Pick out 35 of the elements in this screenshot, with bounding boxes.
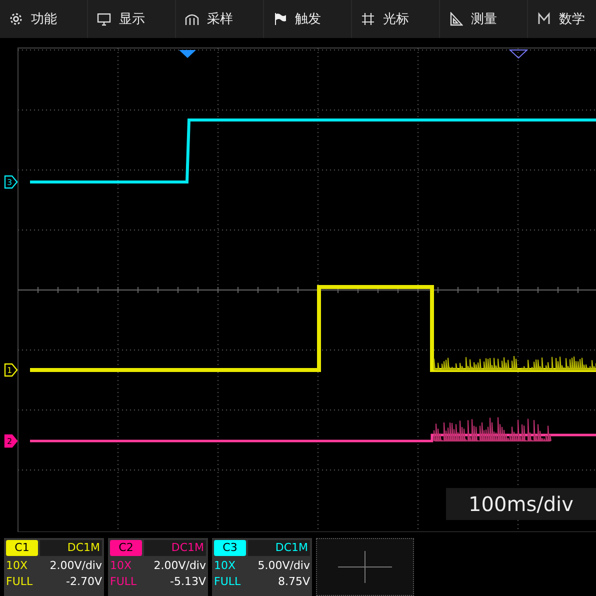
channel-card[interactable]: C2 DC1M 10X 2.00V/div FULL -5.13V <box>108 538 208 596</box>
channel-card[interactable]: C1 DC1M 10X 2.00V/div FULL -2.70V <box>4 538 104 596</box>
add-channel-button[interactable] <box>316 538 414 596</box>
channel-label: C2 <box>110 540 142 556</box>
sampling-icon <box>185 12 199 26</box>
bandwidth-label: FULL <box>110 574 137 590</box>
math-icon <box>537 12 551 26</box>
offset-value: 8.75V <box>278 574 310 590</box>
coupling-label: DC1M <box>144 540 206 556</box>
channel-label: C1 <box>6 540 38 556</box>
scale-value: 2.00V/div <box>154 558 206 574</box>
channel-marker[interactable]: 1 <box>4 363 18 377</box>
channel-marker[interactable]: 2 <box>4 434 18 448</box>
trigger-position-marker[interactable] <box>179 50 196 58</box>
coupling-label: DC1M <box>40 540 102 556</box>
monitor-icon <box>97 12 111 26</box>
bandwidth-label: FULL <box>6 574 33 590</box>
probe-label: 10X <box>110 558 132 574</box>
coupling-label: DC1M <box>248 540 310 556</box>
scale-value: 2.00V/div <box>50 558 102 574</box>
timebase-readout: 100ms/div <box>446 488 596 520</box>
probe-label: 10X <box>214 558 236 574</box>
plus-icon <box>338 551 392 583</box>
probe-label: 10X <box>6 558 28 574</box>
channel-label: C3 <box>214 540 246 556</box>
cursor-grid-icon <box>361 12 375 26</box>
channel-marker[interactable]: 3 <box>4 175 18 189</box>
offset-value: -2.70V <box>66 574 102 590</box>
bandwidth-label: FULL <box>214 574 241 590</box>
settings-icon <box>9 12 23 26</box>
trigger-delay-marker[interactable] <box>508 50 528 59</box>
offset-value: -5.13V <box>170 574 206 590</box>
channel-card[interactable]: C3 DC1M 10X 5.00V/div FULL 8.75V <box>212 538 312 596</box>
scale-value: 5.00V/div <box>258 558 310 574</box>
flag-icon <box>273 12 287 26</box>
